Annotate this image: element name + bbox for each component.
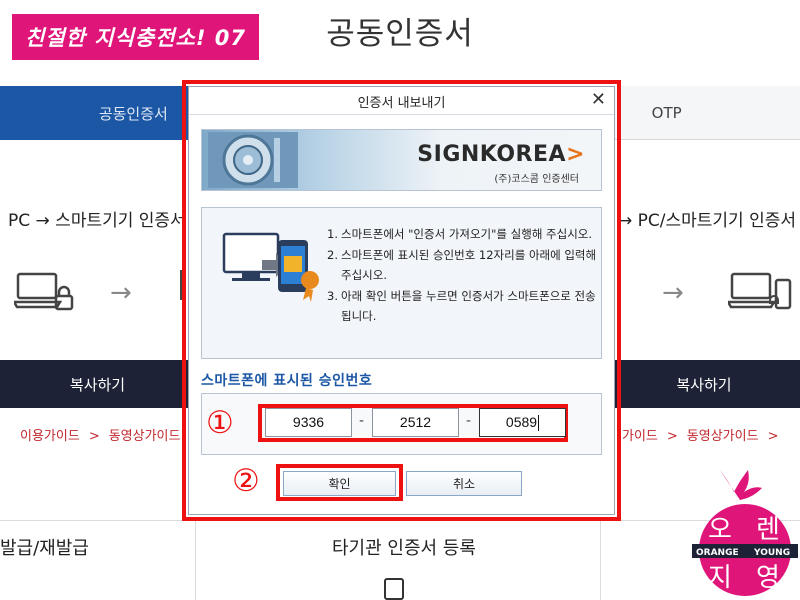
signkorea-banner: SIGNKOREA> (주)코스콤 인증센터 [201,129,602,191]
approval-code-input-3[interactable]: 0589 [479,408,566,437]
guide-links-left: 이용가이드 > 동영상가이드 [20,425,180,444]
bottom-card-issue[interactable]: 발급/재발급 [0,534,89,560]
step-2-badge: ② [232,463,260,499]
copy-button-left[interactable]: 복사하기 [0,360,195,408]
logo-char: 영 [756,563,780,593]
dialog-title: 인증서 내보내기 [357,96,446,111]
bottom-card-register[interactable]: 타기관 인증서 등록 [332,534,476,560]
vault-door-icon [208,132,298,188]
laptop-lock-icon [14,272,74,311]
copy-button-right[interactable]: 복사하기 [608,360,800,408]
divider [195,521,196,600]
close-icon[interactable]: ✕ [591,89,606,110]
code-separator: - [466,413,472,429]
document-icon [384,578,404,600]
arrow-right-icon: → [110,278,132,308]
logo-ribbon-left: ORANGE [696,548,739,558]
cancel-button[interactable]: 취소 [406,471,522,496]
flow-title-left: PC → 스마트기기 인증서 [8,211,186,231]
divider [600,521,601,600]
guide-link-partial[interactable]: 가이드 [622,429,658,444]
pc-to-phone-icon [222,232,319,302]
guide-link-video[interactable]: 동영상가이드 [687,429,759,444]
flow-title-right: → PC/스마트기기 인증서 [618,211,797,231]
arrow-right-icon: → [662,278,684,308]
chevron-right-icon: > [88,429,100,444]
brand-logo: SIGNKOREA> [417,142,585,167]
dialog-titlebar: 인증서 내보내기 ✕ [189,87,614,115]
laptop-phone-icon [728,272,792,310]
approval-code-area: 9336 - 2512 - 0589 [201,393,602,455]
approval-code-input-1[interactable]: 9336 [265,408,352,437]
chevron-right-icon: > [666,429,678,444]
guide-link-video[interactable]: 동영상가이드 [109,429,181,444]
orange-young-logo: 오 렌 ORANGE YOUNG 지 영 [692,470,798,596]
text-cursor [538,415,540,432]
logo-ribbon-right: YOUNG [753,548,790,558]
chevron-right-icon: > [566,142,585,167]
approval-code-input-2[interactable]: 2512 [372,408,459,437]
guide-links-right: 가이드 > 동영상가이드 > [622,425,787,444]
guide-link-usage[interactable]: 이용가이드 [20,429,80,444]
watermark-banner: 친절한 지식충전소! 07 [12,14,259,60]
code-separator: - [359,413,365,429]
instruction-box: 1. 스마트폰에서 "인증서 가져오기"를 실행해 주십시오. 2. 스마트폰에 표… [201,207,602,359]
logo-char: 렌 [756,515,780,545]
export-certificate-dialog: 인증서 내보내기 ✕ SIGNKOREA> (주)코스콤 인증센터 1. 스마트폰… [188,86,615,515]
instruction-item: 2. 스마트폰에 표시된 승인번호 12자리를 아래에 입력해주십시오. [327,247,597,283]
step-1-badge: ① [206,405,234,441]
logo-char: 지 [708,563,732,593]
brand-name: SIGNKOREA [417,142,567,167]
instruction-item: 3. 아래 확인 버튼을 누르면 인증서가 스마트폰으로 전송됩니다. [327,288,596,324]
logo-char: 오 [708,515,732,545]
instruction-item: 1. 스마트폰에서 "인증서 가져오기"를 실행해 주십시오. [327,227,593,241]
chevron-right-icon: > [767,429,779,444]
approval-code-label: 스마트폰에 표시된 승인번호 [201,373,373,389]
ok-button[interactable]: 확인 [283,471,396,496]
instruction-list: 1. 스마트폰에서 "인증서 가져오기"를 실행해 주십시오. 2. 스마트폰에 표… [327,224,597,327]
brand-subtitle: (주)코스콤 인증센터 [494,174,579,185]
